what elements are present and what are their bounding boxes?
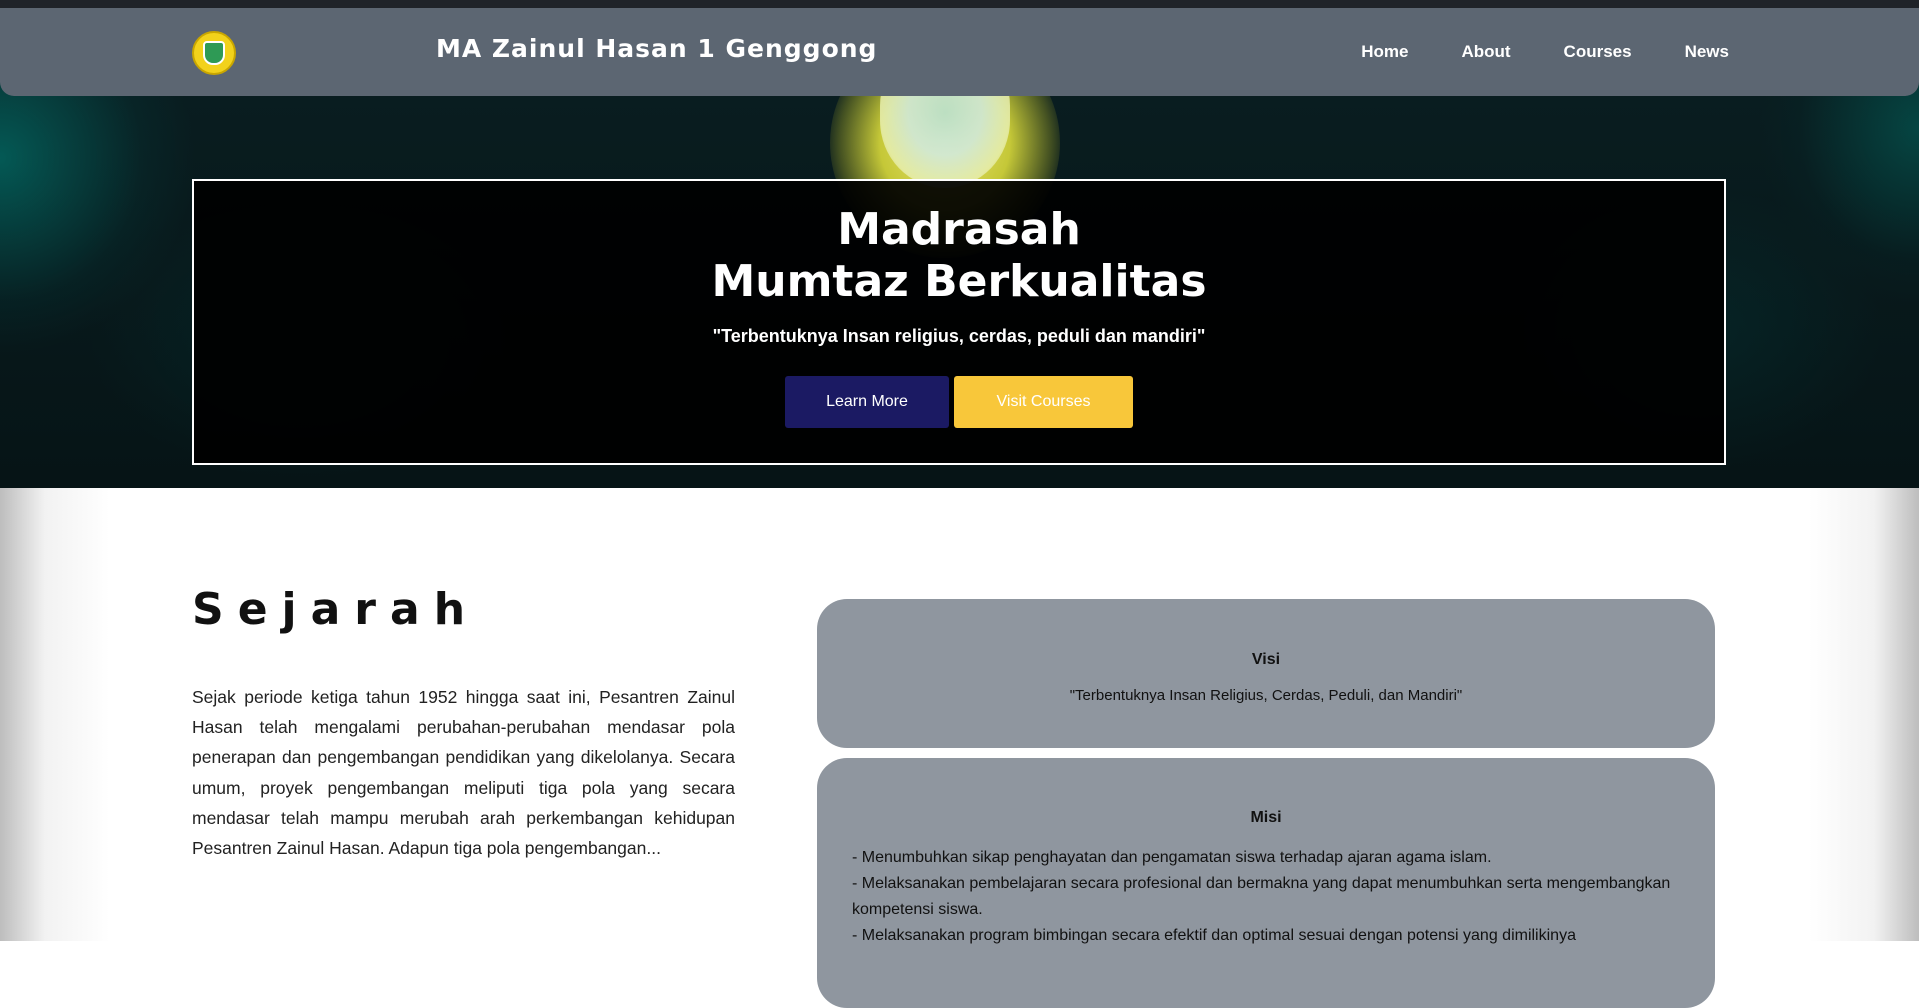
school-emblem-icon xyxy=(203,41,225,65)
misi-heading: Misi xyxy=(1250,809,1282,826)
misi-item: - Melaksanakan pembelajaran secara profe… xyxy=(852,875,1671,918)
misi-item: - Melaksanakan program bimbingan secara … xyxy=(852,927,1576,944)
nav-about[interactable]: About xyxy=(1461,42,1510,62)
about-section: Sejarah Sejak periode ketiga tahun 1952 … xyxy=(0,488,1919,1008)
nav-links: Home About Courses News xyxy=(1361,42,1729,62)
nav-home[interactable]: Home xyxy=(1361,42,1408,62)
visi-text: "Terbentuknya Insan Religius, Cerdas, Pe… xyxy=(1069,687,1463,704)
misi-list: - Menumbuhkan sikap penghayatan dan peng… xyxy=(817,845,1715,949)
nav-news[interactable]: News xyxy=(1685,42,1729,62)
school-logo-icon[interactable] xyxy=(192,31,236,75)
hero-banner: Madrasah Mumtaz Berkualitas "Terbentukny… xyxy=(192,179,1726,465)
site-brand[interactable]: MA Zainul Hasan 1 Genggong xyxy=(436,34,877,63)
hero-title-line-1: Madrasah xyxy=(837,204,1081,255)
top-strip xyxy=(0,0,1919,8)
learn-more-button[interactable]: Learn More xyxy=(785,376,949,428)
sejarah-title: Sejarah xyxy=(192,584,480,635)
misi-card: Misi - Menumbuhkan sikap penghayatan dan… xyxy=(817,758,1715,1008)
nav-courses[interactable]: Courses xyxy=(1564,42,1632,62)
visi-heading: Visi xyxy=(1251,651,1281,668)
hero-subtitle: "Terbentuknya Insan religius, cerdas, pe… xyxy=(712,326,1206,346)
navbar: MA Zainul Hasan 1 Genggong Home About Co… xyxy=(0,8,1919,96)
visi-card: Visi "Terbentuknya Insan Religius, Cerda… xyxy=(817,599,1715,748)
sejarah-text: Sejak periode ketiga tahun 1952 hingga s… xyxy=(192,687,735,859)
hero-buttons: Learn More Visit Courses xyxy=(194,376,1724,428)
hero-title: Madrasah Mumtaz Berkualitas xyxy=(194,204,1724,308)
visit-courses-button[interactable]: Visit Courses xyxy=(954,376,1133,428)
hero-title-line-2: Mumtaz Berkualitas xyxy=(711,256,1207,307)
misi-item: - Menumbuhkan sikap penghayatan dan peng… xyxy=(852,849,1492,866)
